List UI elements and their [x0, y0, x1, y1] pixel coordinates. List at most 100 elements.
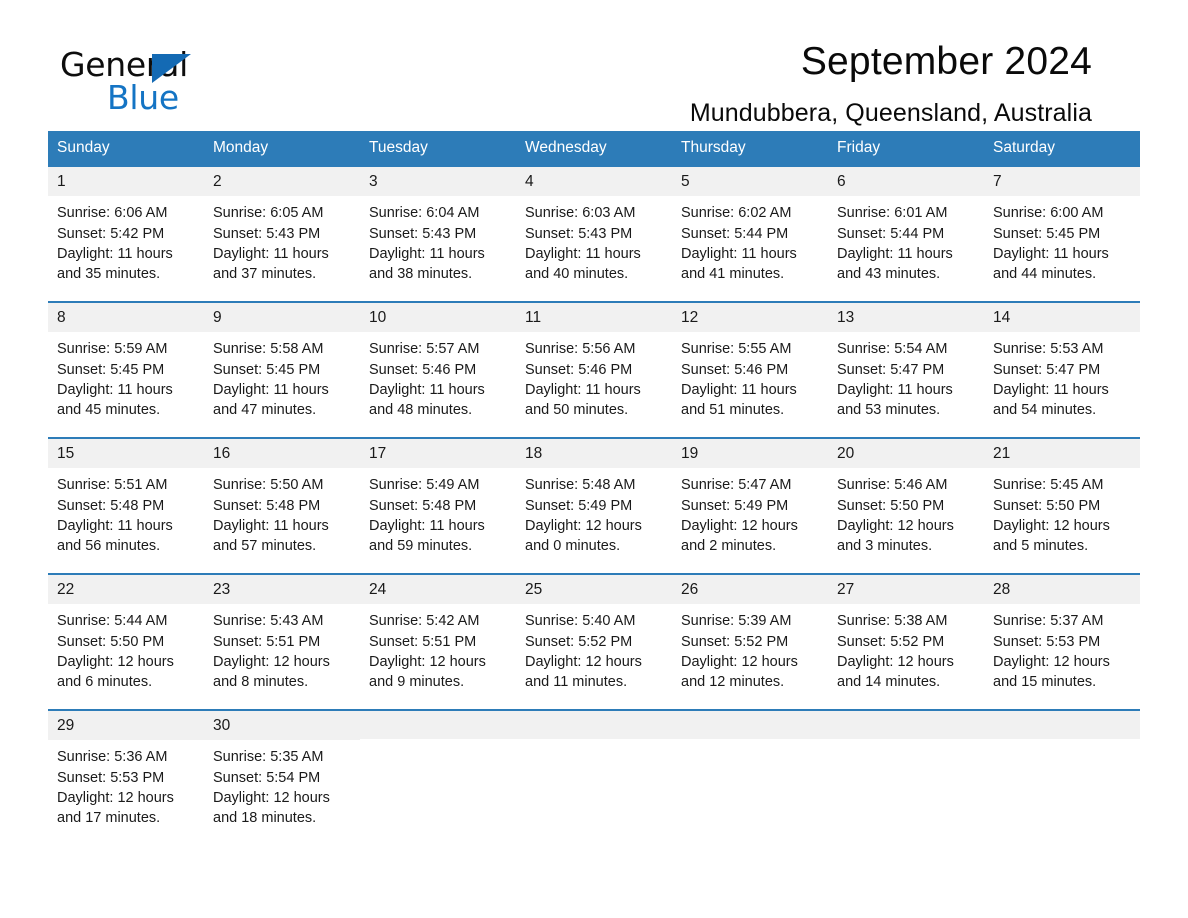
daylight-text-line1: Daylight: 12 hours — [57, 790, 174, 806]
sunrise-text: Sunrise: 6:00 AM — [993, 205, 1104, 222]
sunset-text: Sunset: 5:45 PM — [213, 361, 321, 378]
daylight-text-line2: and 5 minutes. — [993, 538, 1089, 555]
sunrise-text: Sunrise: 5:46 AM — [837, 477, 948, 494]
sunrise-text: Sunrise: 5:53 AM — [993, 341, 1104, 358]
day-cell[interactable]: 27 Sunrise: 5:38 AM Sunset: 5:52 PM Dayl… — [828, 574, 984, 709]
week-row: 15 Sunrise: 5:51 AM Sunset: 5:48 PM Dayl… — [48, 436, 1140, 573]
sunrise-text: Sunrise: 6:06 AM — [57, 205, 168, 222]
day-details: Sunrise: 5:43 AM Sunset: 5:51 PM Dayligh… — [204, 604, 360, 692]
day-cell[interactable]: 28 Sunrise: 5:37 AM Sunset: 5:53 PM Dayl… — [984, 574, 1140, 709]
daylight-text-line1: Daylight: 12 hours — [57, 654, 174, 670]
day-cell[interactable]: 12 Sunrise: 5:55 AM Sunset: 5:46 PM Dayl… — [672, 302, 828, 437]
day-cell[interactable]: 5 Sunrise: 6:02 AM Sunset: 5:44 PM Dayli… — [672, 166, 828, 301]
day-cell[interactable]: 25 Sunrise: 5:40 AM Sunset: 5:52 PM Dayl… — [516, 574, 672, 709]
day-cell[interactable]: 8 Sunrise: 5:59 AM Sunset: 5:45 PM Dayli… — [48, 302, 204, 437]
day-cell[interactable]: 9 Sunrise: 5:58 AM Sunset: 5:45 PM Dayli… — [204, 302, 360, 437]
day-cell[interactable]: 30 Sunrise: 5:35 AM Sunset: 5:54 PM Dayl… — [204, 710, 360, 839]
sunrise-text: Sunrise: 5:50 AM — [213, 477, 324, 494]
day-number: 29 — [48, 710, 204, 741]
day-number — [828, 710, 984, 739]
day-cell[interactable]: 1 Sunrise: 6:06 AM Sunset: 5:42 PM Dayli… — [48, 166, 204, 301]
day-details: Sunrise: 6:04 AM Sunset: 5:43 PM Dayligh… — [360, 196, 516, 284]
day-number: 27 — [828, 574, 984, 605]
page-title: September 2024 — [800, 40, 1092, 83]
calendar-page: General Blue September 2024 Mundubbera, … — [0, 0, 1188, 918]
day-number: 6 — [828, 166, 984, 197]
day-number: 21 — [984, 438, 1140, 469]
daylight-text-line2: and 41 minutes. — [681, 266, 785, 283]
weekday-header-sunday: Sunday — [57, 139, 110, 156]
day-details: Sunrise: 5:36 AM Sunset: 5:53 PM Dayligh… — [48, 740, 204, 828]
day-cell[interactable]: 11 Sunrise: 5:56 AM Sunset: 5:46 PM Dayl… — [516, 302, 672, 437]
weekday-header-monday: Monday — [213, 139, 269, 156]
sunrise-text: Sunrise: 5:47 AM — [681, 477, 792, 494]
day-cell[interactable]: 29 Sunrise: 5:36 AM Sunset: 5:53 PM Dayl… — [48, 710, 204, 839]
sunset-text: Sunset: 5:43 PM — [369, 225, 477, 242]
day-cell[interactable]: 3 Sunrise: 6:04 AM Sunset: 5:43 PM Dayli… — [360, 166, 516, 301]
day-cell[interactable]: 19 Sunrise: 5:47 AM Sunset: 5:49 PM Dayl… — [672, 438, 828, 573]
day-cell[interactable]: 4 Sunrise: 6:03 AM Sunset: 5:43 PM Dayli… — [516, 166, 672, 301]
day-cell[interactable]: 13 Sunrise: 5:54 AM Sunset: 5:47 PM Dayl… — [828, 302, 984, 437]
day-cell-empty — [360, 710, 516, 839]
sunrise-text: Sunrise: 5:49 AM — [369, 477, 480, 494]
sunset-text: Sunset: 5:47 PM — [993, 361, 1101, 378]
sunrise-text: Sunrise: 5:35 AM — [213, 749, 324, 766]
daylight-text-line2: and 8 minutes. — [213, 674, 309, 691]
sunrise-text: Sunrise: 5:38 AM — [837, 613, 948, 630]
day-cell[interactable]: 23 Sunrise: 5:43 AM Sunset: 5:51 PM Dayl… — [204, 574, 360, 709]
day-cell[interactable]: 21 Sunrise: 5:45 AM Sunset: 5:50 PM Dayl… — [984, 438, 1140, 573]
day-cell[interactable]: 17 Sunrise: 5:49 AM Sunset: 5:48 PM Dayl… — [360, 438, 516, 573]
daylight-text-line2: and 6 minutes. — [57, 674, 153, 691]
day-cell[interactable]: 24 Sunrise: 5:42 AM Sunset: 5:51 PM Dayl… — [360, 574, 516, 709]
daylight-text-line1: Daylight: 12 hours — [525, 654, 642, 670]
day-cell-empty — [984, 710, 1140, 839]
day-cell[interactable]: 10 Sunrise: 5:57 AM Sunset: 5:46 PM Dayl… — [360, 302, 516, 437]
sunset-text: Sunset: 5:48 PM — [57, 497, 165, 514]
daylight-text-line2: and 44 minutes. — [993, 266, 1097, 283]
sunrise-text: Sunrise: 5:59 AM — [57, 341, 168, 358]
day-number: 17 — [360, 438, 516, 469]
sunrise-text: Sunrise: 5:37 AM — [993, 613, 1104, 630]
day-cell-empty — [516, 710, 672, 839]
day-number: 8 — [48, 302, 204, 333]
day-cell[interactable]: 18 Sunrise: 5:48 AM Sunset: 5:49 PM Dayl… — [516, 438, 672, 573]
day-cell[interactable]: 20 Sunrise: 5:46 AM Sunset: 5:50 PM Dayl… — [828, 438, 984, 573]
day-details: Sunrise: 5:56 AM Sunset: 5:46 PM Dayligh… — [516, 332, 672, 420]
day-cell-empty — [828, 710, 984, 839]
daylight-text-line2: and 3 minutes. — [837, 538, 933, 555]
daylight-text-line2: and 40 minutes. — [525, 266, 629, 283]
weekday-header-tuesday: Tuesday — [369, 139, 428, 156]
day-cell[interactable]: 15 Sunrise: 5:51 AM Sunset: 5:48 PM Dayl… — [48, 438, 204, 573]
day-details: Sunrise: 5:37 AM Sunset: 5:53 PM Dayligh… — [984, 604, 1140, 692]
day-cell[interactable]: 22 Sunrise: 5:44 AM Sunset: 5:50 PM Dayl… — [48, 574, 204, 709]
day-cell[interactable]: 26 Sunrise: 5:39 AM Sunset: 5:52 PM Dayl… — [672, 574, 828, 709]
daylight-text-line2: and 54 minutes. — [993, 402, 1097, 419]
day-cell[interactable]: 14 Sunrise: 5:53 AM Sunset: 5:47 PM Dayl… — [984, 302, 1140, 437]
day-details: Sunrise: 5:35 AM Sunset: 5:54 PM Dayligh… — [204, 740, 360, 828]
day-number: 25 — [516, 574, 672, 605]
day-number: 14 — [984, 302, 1140, 333]
day-details: Sunrise: 5:48 AM Sunset: 5:49 PM Dayligh… — [516, 468, 672, 556]
page-masthead: General Blue September 2024 Mundubbera, … — [48, 0, 1140, 127]
day-details: Sunrise: 6:03 AM Sunset: 5:43 PM Dayligh… — [516, 196, 672, 284]
day-details: Sunrise: 5:55 AM Sunset: 5:46 PM Dayligh… — [672, 332, 828, 420]
day-details: Sunrise: 5:53 AM Sunset: 5:47 PM Dayligh… — [984, 332, 1140, 420]
daylight-text-line2: and 2 minutes. — [681, 538, 777, 555]
day-cell[interactable]: 16 Sunrise: 5:50 AM Sunset: 5:48 PM Dayl… — [204, 438, 360, 573]
day-number: 3 — [360, 166, 516, 197]
day-cell[interactable]: 6 Sunrise: 6:01 AM Sunset: 5:44 PM Dayli… — [828, 166, 984, 301]
daylight-text-line1: Daylight: 12 hours — [837, 654, 954, 670]
weekday-header-wednesday: Wednesday — [525, 139, 607, 156]
daylight-text-line2: and 18 minutes. — [213, 810, 317, 827]
daylight-text-line2: and 47 minutes. — [213, 402, 317, 419]
general-blue-logo[interactable]: General Blue — [60, 48, 250, 118]
sunset-text: Sunset: 5:51 PM — [213, 633, 321, 650]
sunrise-text: Sunrise: 5:54 AM — [837, 341, 948, 358]
sunset-text: Sunset: 5:52 PM — [681, 633, 789, 650]
sunset-text: Sunset: 5:50 PM — [837, 497, 945, 514]
day-details: Sunrise: 5:51 AM Sunset: 5:48 PM Dayligh… — [48, 468, 204, 556]
day-cell[interactable]: 7 Sunrise: 6:00 AM Sunset: 5:45 PM Dayli… — [984, 166, 1140, 301]
sunset-text: Sunset: 5:50 PM — [993, 497, 1101, 514]
week-row: 8 Sunrise: 5:59 AM Sunset: 5:45 PM Dayli… — [48, 300, 1140, 437]
day-cell[interactable]: 2 Sunrise: 6:05 AM Sunset: 5:43 PM Dayli… — [204, 166, 360, 301]
